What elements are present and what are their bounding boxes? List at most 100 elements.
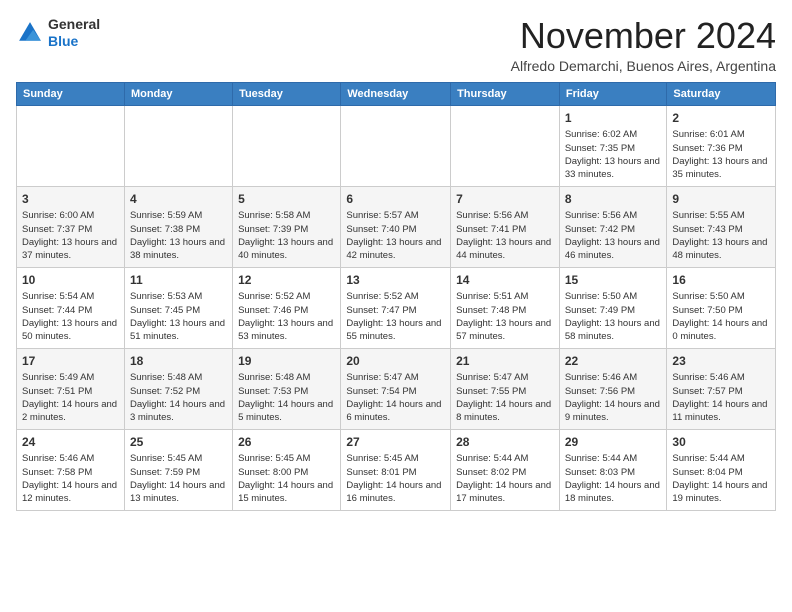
day-number: 18 [130,353,227,370]
day-info: Sunrise: 5:54 AM Sunset: 7:44 PM Dayligh… [22,290,119,343]
day-info: Sunrise: 6:00 AM Sunset: 7:37 PM Dayligh… [22,209,119,262]
calendar-cell: 1Sunrise: 6:02 AM Sunset: 7:35 PM Daylig… [559,105,667,186]
day-number: 1 [565,110,662,127]
day-info: Sunrise: 5:59 AM Sunset: 7:38 PM Dayligh… [130,209,227,262]
day-number: 17 [22,353,119,370]
calendar-cell: 23Sunrise: 5:46 AM Sunset: 7:57 PM Dayli… [667,348,776,429]
calendar-cell: 12Sunrise: 5:52 AM Sunset: 7:46 PM Dayli… [233,267,341,348]
calendar-table: SundayMondayTuesdayWednesdayThursdayFrid… [16,82,776,511]
day-number: 5 [238,191,335,208]
day-info: Sunrise: 5:44 AM Sunset: 8:02 PM Dayligh… [456,452,554,505]
calendar-cell: 26Sunrise: 5:45 AM Sunset: 8:00 PM Dayli… [233,429,341,510]
calendar-cell: 3Sunrise: 6:00 AM Sunset: 7:37 PM Daylig… [17,186,125,267]
day-number: 21 [456,353,554,370]
calendar-week-1: 1Sunrise: 6:02 AM Sunset: 7:35 PM Daylig… [17,105,776,186]
day-info: Sunrise: 5:49 AM Sunset: 7:51 PM Dayligh… [22,371,119,424]
day-number: 20 [346,353,445,370]
day-number: 27 [346,434,445,451]
day-info: Sunrise: 5:50 AM Sunset: 7:50 PM Dayligh… [672,290,770,343]
calendar-week-3: 10Sunrise: 5:54 AM Sunset: 7:44 PM Dayli… [17,267,776,348]
calendar-cell: 9Sunrise: 5:55 AM Sunset: 7:43 PM Daylig… [667,186,776,267]
day-info: Sunrise: 5:46 AM Sunset: 7:58 PM Dayligh… [22,452,119,505]
day-number: 29 [565,434,662,451]
day-number: 8 [565,191,662,208]
day-number: 13 [346,272,445,289]
day-info: Sunrise: 5:57 AM Sunset: 7:40 PM Dayligh… [346,209,445,262]
calendar-cell: 10Sunrise: 5:54 AM Sunset: 7:44 PM Dayli… [17,267,125,348]
day-info: Sunrise: 5:52 AM Sunset: 7:46 PM Dayligh… [238,290,335,343]
calendar-cell: 29Sunrise: 5:44 AM Sunset: 8:03 PM Dayli… [559,429,667,510]
day-info: Sunrise: 5:58 AM Sunset: 7:39 PM Dayligh… [238,209,335,262]
calendar-week-5: 24Sunrise: 5:46 AM Sunset: 7:58 PM Dayli… [17,429,776,510]
calendar-cell: 13Sunrise: 5:52 AM Sunset: 7:47 PM Dayli… [341,267,451,348]
day-number: 3 [22,191,119,208]
calendar-cell: 22Sunrise: 5:46 AM Sunset: 7:56 PM Dayli… [559,348,667,429]
calendar-cell: 30Sunrise: 5:44 AM Sunset: 8:04 PM Dayli… [667,429,776,510]
day-info: Sunrise: 5:44 AM Sunset: 8:03 PM Dayligh… [565,452,662,505]
day-number: 14 [456,272,554,289]
day-number: 4 [130,191,227,208]
day-number: 28 [456,434,554,451]
calendar-body: 1Sunrise: 6:02 AM Sunset: 7:35 PM Daylig… [17,105,776,510]
calendar-cell: 14Sunrise: 5:51 AM Sunset: 7:48 PM Dayli… [451,267,560,348]
calendar-cell [451,105,560,186]
day-info: Sunrise: 6:02 AM Sunset: 7:35 PM Dayligh… [565,128,662,181]
calendar-cell [17,105,125,186]
day-info: Sunrise: 5:45 AM Sunset: 8:01 PM Dayligh… [346,452,445,505]
day-info: Sunrise: 5:45 AM Sunset: 7:59 PM Dayligh… [130,452,227,505]
day-number: 2 [672,110,770,127]
calendar-cell [341,105,451,186]
day-number: 12 [238,272,335,289]
calendar-week-4: 17Sunrise: 5:49 AM Sunset: 7:51 PM Dayli… [17,348,776,429]
calendar-week-2: 3Sunrise: 6:00 AM Sunset: 7:37 PM Daylig… [17,186,776,267]
day-number: 30 [672,434,770,451]
day-number: 22 [565,353,662,370]
weekday-header-thursday: Thursday [451,82,560,105]
day-info: Sunrise: 5:55 AM Sunset: 7:43 PM Dayligh… [672,209,770,262]
weekday-header-sunday: Sunday [17,82,125,105]
day-number: 9 [672,191,770,208]
calendar-cell: 6Sunrise: 5:57 AM Sunset: 7:40 PM Daylig… [341,186,451,267]
calendar-header: SundayMondayTuesdayWednesdayThursdayFrid… [17,82,776,105]
day-number: 24 [22,434,119,451]
calendar-cell [233,105,341,186]
day-number: 15 [565,272,662,289]
calendar-cell: 25Sunrise: 5:45 AM Sunset: 7:59 PM Dayli… [124,429,232,510]
logo-general: General [48,16,100,33]
calendar-cell: 16Sunrise: 5:50 AM Sunset: 7:50 PM Dayli… [667,267,776,348]
day-number: 16 [672,272,770,289]
day-number: 26 [238,434,335,451]
calendar-cell: 24Sunrise: 5:46 AM Sunset: 7:58 PM Dayli… [17,429,125,510]
calendar-cell: 5Sunrise: 5:58 AM Sunset: 7:39 PM Daylig… [233,186,341,267]
weekday-header-wednesday: Wednesday [341,82,451,105]
day-info: Sunrise: 5:45 AM Sunset: 8:00 PM Dayligh… [238,452,335,505]
day-number: 19 [238,353,335,370]
calendar-cell: 7Sunrise: 5:56 AM Sunset: 7:41 PM Daylig… [451,186,560,267]
calendar-cell: 8Sunrise: 5:56 AM Sunset: 7:42 PM Daylig… [559,186,667,267]
day-info: Sunrise: 5:56 AM Sunset: 7:41 PM Dayligh… [456,209,554,262]
logo-text: General Blue [48,16,100,50]
day-info: Sunrise: 5:44 AM Sunset: 8:04 PM Dayligh… [672,452,770,505]
calendar-cell: 15Sunrise: 5:50 AM Sunset: 7:49 PM Dayli… [559,267,667,348]
day-number: 23 [672,353,770,370]
logo-icon [16,19,44,47]
weekday-header-row: SundayMondayTuesdayWednesdayThursdayFrid… [17,82,776,105]
calendar-cell: 2Sunrise: 6:01 AM Sunset: 7:36 PM Daylig… [667,105,776,186]
day-number: 6 [346,191,445,208]
day-info: Sunrise: 5:46 AM Sunset: 7:56 PM Dayligh… [565,371,662,424]
month-title: November 2024 [511,16,776,56]
day-info: Sunrise: 5:53 AM Sunset: 7:45 PM Dayligh… [130,290,227,343]
calendar-cell: 21Sunrise: 5:47 AM Sunset: 7:55 PM Dayli… [451,348,560,429]
weekday-header-saturday: Saturday [667,82,776,105]
calendar-cell: 28Sunrise: 5:44 AM Sunset: 8:02 PM Dayli… [451,429,560,510]
calendar-cell: 27Sunrise: 5:45 AM Sunset: 8:01 PM Dayli… [341,429,451,510]
day-info: Sunrise: 5:48 AM Sunset: 7:52 PM Dayligh… [130,371,227,424]
calendar-cell: 19Sunrise: 5:48 AM Sunset: 7:53 PM Dayli… [233,348,341,429]
day-info: Sunrise: 6:01 AM Sunset: 7:36 PM Dayligh… [672,128,770,181]
page-header: General Blue November 2024 Alfredo Demar… [16,16,776,74]
location-subtitle: Alfredo Demarchi, Buenos Aires, Argentin… [511,58,776,74]
day-info: Sunrise: 5:46 AM Sunset: 7:57 PM Dayligh… [672,371,770,424]
day-info: Sunrise: 5:51 AM Sunset: 7:48 PM Dayligh… [456,290,554,343]
logo: General Blue [16,16,100,50]
day-info: Sunrise: 5:56 AM Sunset: 7:42 PM Dayligh… [565,209,662,262]
